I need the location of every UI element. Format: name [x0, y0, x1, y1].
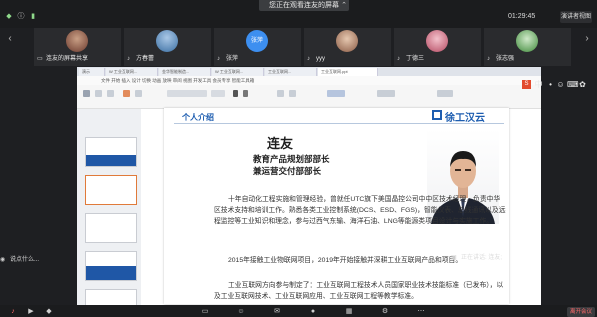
browser-tab[interactable]: 金华智能制造... — [159, 68, 211, 76]
apps-icon[interactable]: ▦ — [344, 307, 354, 316]
browser-tab-active[interactable]: 工业互联网.ppt — [318, 68, 378, 76]
new-slide-icon[interactable] — [123, 90, 130, 97]
participant-name: 张萍 — [226, 56, 239, 62]
slide-thumbnail[interactable] — [85, 251, 137, 281]
slide-thumbnail[interactable] — [85, 213, 137, 243]
company-logo: 徐工汉云 — [432, 109, 494, 124]
bold-icon[interactable] — [233, 90, 238, 97]
italic-icon[interactable] — [243, 90, 248, 97]
speaking-text: 正在讲话: 连友; — [461, 255, 503, 261]
participant-name: yyy — [316, 56, 325, 62]
ribbon-toolbar — [77, 85, 541, 109]
find-icon[interactable] — [437, 90, 453, 97]
settings-icon[interactable]: ⚙ — [380, 307, 390, 316]
slide-thumbnail[interactable] — [85, 137, 137, 167]
participant-strip: ▭ 连友的屏幕共享 ♪ 方春蕾 张萍 ♪ 张萍 ♪ yyy ♪ 丁德三 ♪ 张志… — [30, 28, 571, 66]
more-icon[interactable]: ⋯ — [416, 307, 426, 316]
logo-text: 徐工汉云 — [445, 113, 485, 124]
slide-header: 个人介绍 — [182, 113, 214, 122]
font-size-select[interactable] — [211, 90, 225, 97]
video-icon[interactable]: ▶ — [26, 307, 36, 316]
participant-tile[interactable]: ♪ 张志强 — [484, 28, 571, 66]
align-left-icon[interactable] — [277, 90, 284, 97]
bio-paragraph: 工业互联网方向参与制定了：工业互联网工程技术人员国家职业技术技能标准（已发布），… — [214, 282, 504, 300]
participants-icon[interactable]: ☺ — [236, 307, 246, 316]
browser-tab[interactable]: 工业互联网... — [265, 68, 317, 76]
shield-icon[interactable]: ◆ — [4, 12, 14, 21]
shared-screen: 演示 W 工业互联网... 金华智能制造... W 工业互联网... 工业互联网… — [77, 67, 541, 305]
person-role: 兼运营交付部部长 — [253, 166, 322, 176]
info-icon[interactable]: ⓘ — [16, 12, 26, 21]
browser-tab[interactable]: W 工业互联网... — [212, 68, 264, 76]
chat-icon[interactable]: ✉ — [272, 307, 282, 316]
slide-thumbnail-panel — [77, 109, 141, 305]
person-role: 教育产品规划部部长 — [253, 154, 330, 164]
avatar — [426, 30, 448, 52]
avatar — [66, 30, 88, 52]
participant-name: 丁德三 — [406, 56, 425, 62]
slide-thumbnail[interactable] — [85, 289, 137, 305]
participant-tile[interactable]: ▭ 连友的屏幕共享 — [34, 28, 121, 66]
speaking-indicator: ▣ 正在讲话: 连友; — [451, 252, 541, 264]
collapse-arrow-icon[interactable]: ⌃ — [338, 0, 350, 11]
signal-icon[interactable]: ▮ — [28, 12, 38, 21]
meeting-timer: 01:29:45 — [508, 13, 536, 20]
arrange-icon[interactable] — [377, 90, 395, 97]
punctuation-icon[interactable]: • — [546, 80, 555, 89]
participant-name: 方春蕾 — [136, 56, 155, 62]
ime-logo-icon[interactable]: S — [522, 80, 531, 89]
logo-mark-icon — [432, 110, 442, 120]
participant-tile[interactable]: ♪ 丁德三 — [394, 28, 481, 66]
keyboard-icon[interactable]: ⌨ — [567, 80, 579, 89]
participant-name: 张志强 — [496, 56, 515, 62]
participant-tile[interactable]: ♪ yyy — [304, 28, 391, 66]
paste-icon[interactable] — [83, 90, 90, 97]
app-menu-bar[interactable]: 文件 开始 插入 设计 切换 动画 放映 审阅 视图 开发工具 会员专享 智能工… — [77, 76, 541, 85]
browser-tab-bar: 演示 W 工业互联网... 金华智能制造... W 工业互联网... 工业互联网… — [77, 67, 541, 76]
slide-thumbnail-selected[interactable] — [85, 175, 137, 205]
participant-name: 连友的屏幕共享 — [46, 56, 89, 62]
leave-meeting-button[interactable]: 离开会议 — [567, 307, 595, 317]
participant-tile[interactable]: ♪ 方春蕾 — [124, 28, 211, 66]
avatar — [516, 30, 538, 52]
participant-tile[interactable]: 张萍 ♪ 张萍 — [214, 28, 301, 66]
avatar — [156, 30, 178, 52]
security-icon[interactable]: ◆ — [44, 307, 54, 316]
share-screen-icon[interactable]: ▭ — [200, 307, 210, 316]
slide-canvas[interactable]: 个人介绍 徐工汉云 连友 教育产品规划部部长 兼运营交付部部长 十年自动化工程实… — [164, 108, 509, 304]
prev-page-icon[interactable]: ‹ — [4, 32, 16, 46]
person-name: 连友 — [267, 136, 294, 151]
mic-muted-icon[interactable]: ♪ — [8, 307, 18, 316]
chat-input-hint[interactable]: ◉ 说点什么... — [0, 253, 70, 267]
align-center-icon[interactable] — [289, 90, 296, 97]
shapes-icon[interactable] — [327, 90, 345, 97]
next-page-icon[interactable]: › — [581, 32, 593, 46]
avatar: 张萍 — [246, 30, 268, 52]
browser-tab[interactable]: W 工业互联网... — [106, 68, 158, 76]
record-icon[interactable]: ● — [308, 307, 318, 316]
layout-icon[interactable] — [135, 90, 142, 97]
font-family-select[interactable] — [167, 90, 207, 97]
chat-placeholder: 说点什么... — [10, 257, 40, 263]
avatar — [336, 30, 358, 52]
skin-icon[interactable]: ✿ — [578, 80, 587, 89]
input-method-toolbar: S 中 • ☺ ⌨ ✿ — [520, 78, 595, 90]
bio-paragraph: 十年自动化工程实施和管理经验，曾就任UTC旗下美国晶控公司中中区技术经理，负责中… — [214, 196, 506, 225]
cut-icon[interactable] — [95, 90, 102, 97]
speaker-view-button[interactable]: 演讲者视图 — [560, 11, 592, 23]
meeting-bottom-bar: ♪ ▶ ◆ ▭ ☺ ✉ ● ▦ ⚙ ⋯ — [0, 305, 597, 317]
browser-tab[interactable]: 演示 — [79, 68, 105, 76]
emoji-icon[interactable]: ☺ — [556, 80, 565, 89]
copy-icon[interactable] — [107, 90, 114, 97]
viewing-screen-banner[interactable]: 您正在观看连友的屏幕 — [259, 0, 349, 11]
ime-mode-icon[interactable]: 中 — [534, 80, 543, 89]
chat-icon: ◉ — [0, 257, 6, 263]
speaker-icon: ▣ — [451, 255, 457, 261]
